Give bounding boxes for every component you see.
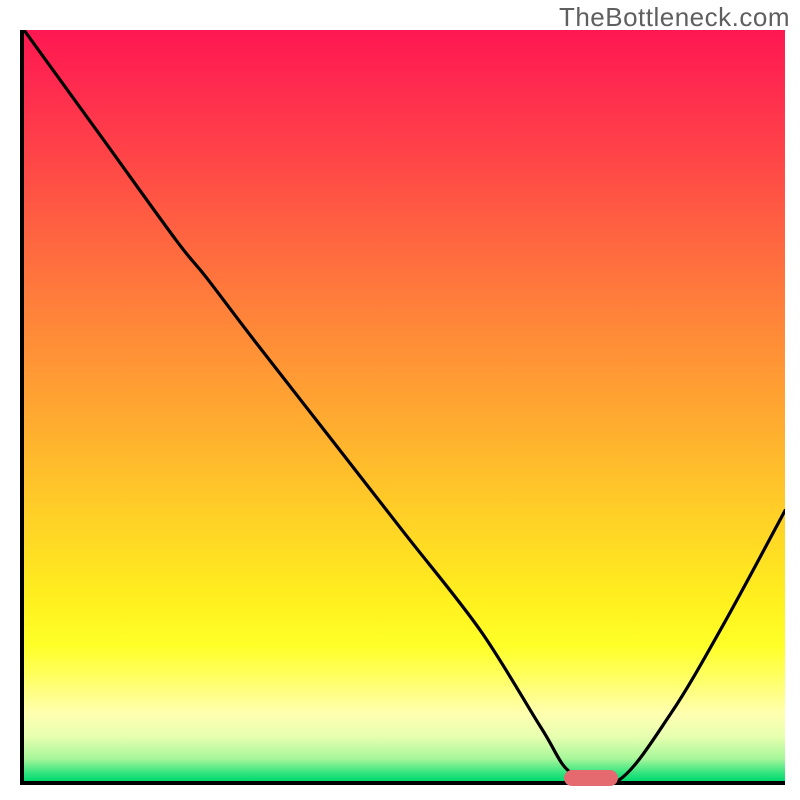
watermark-text: TheBottleneck.com xyxy=(559,2,790,33)
curve-path xyxy=(24,30,785,781)
chart-stage: TheBottleneck.com xyxy=(0,0,800,800)
optimal-marker xyxy=(564,770,617,786)
bottleneck-curve xyxy=(24,30,785,781)
